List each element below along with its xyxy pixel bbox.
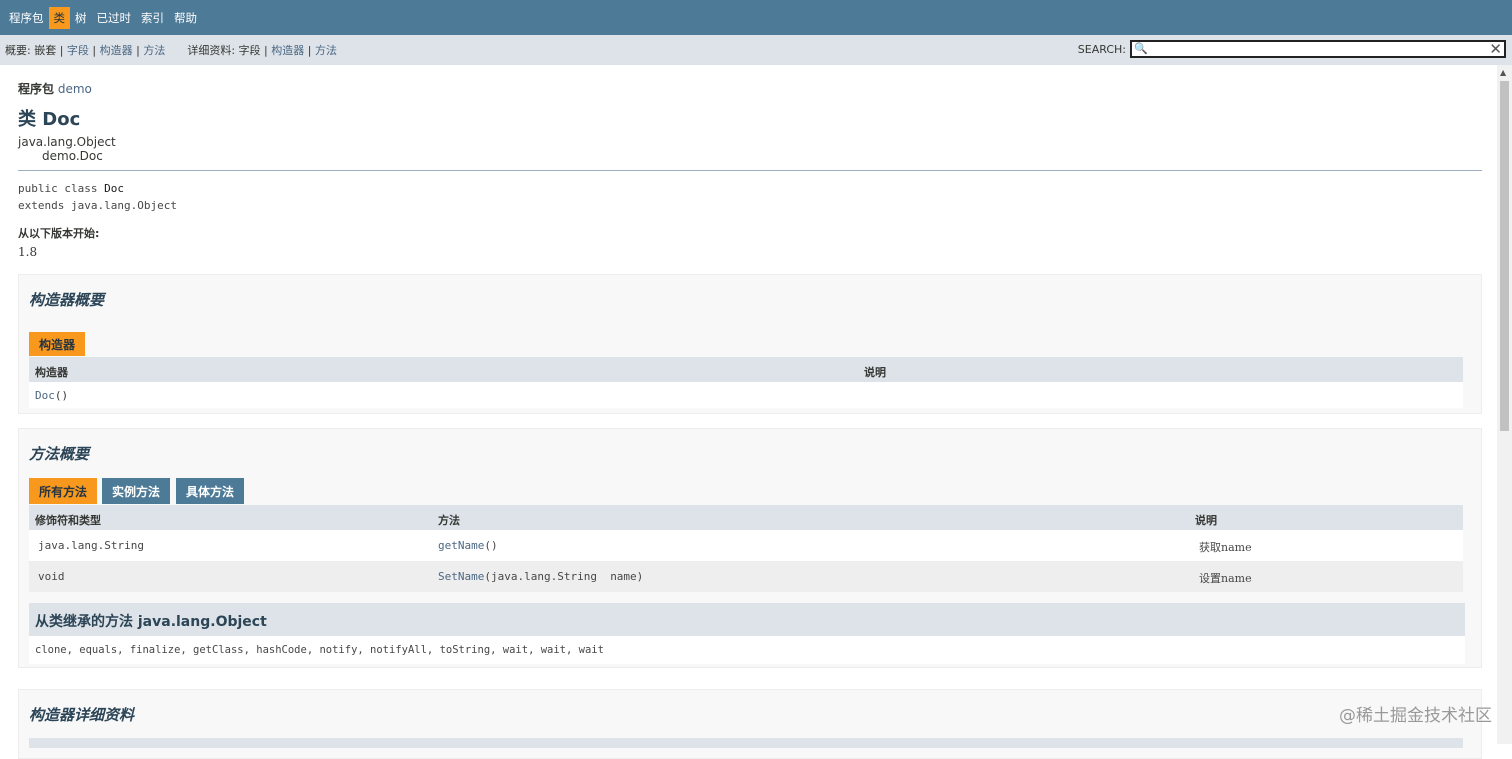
search-icon: 🔍 (1134, 42, 1148, 55)
sig-extends: extends java.lang.Object (18, 199, 177, 212)
nav-package[interactable]: 程序包 (4, 7, 49, 29)
col-description: 说明 (1195, 514, 1217, 527)
class-signature: public class Doc extends java.lang.Objec… (18, 180, 177, 214)
table-row: java.lang.String getName() 获取name (29, 530, 1463, 561)
col-modifier: 修饰符和类型 (35, 514, 101, 527)
nav-help[interactable]: 帮助 (169, 7, 202, 29)
top-nav: 程序包 类 树 已过时 索引 帮助 (0, 0, 1512, 35)
tab-all-methods[interactable]: 所有方法 (29, 478, 98, 504)
package-line: 程序包 demo (18, 80, 92, 97)
search-label: SEARCH: (1077, 42, 1126, 56)
clear-icon[interactable]: ✕ (1489, 40, 1502, 58)
watermark: @稀土掘金技术社区 (1339, 706, 1492, 726)
method-summary: 方法概要 所有方法 实例方法 具体方法 修饰符和类型 方法 说明 java.la… (18, 428, 1482, 668)
inherited-methods-heading: 从类继承的方法 java.lang.Object (29, 603, 1465, 636)
sig-prefix: public class (18, 182, 105, 195)
constructor-summary: 构造器概要 构造器 构造器 说明 Doc() (18, 274, 1482, 414)
search-area: SEARCH: 🔍 ✕ (1078, 40, 1506, 58)
constructor-summary-heading: 构造器概要 (29, 291, 105, 309)
col-description: 说明 (864, 366, 886, 379)
method-link[interactable]: SetName (438, 570, 484, 583)
since-label: 从以下版本开始: (18, 227, 100, 240)
scroll-up-icon[interactable]: ▲ (1500, 68, 1506, 77)
method-link[interactable]: getName (438, 539, 484, 552)
detail-field-link: 字段 (238, 44, 261, 57)
package-label: 程序包 (18, 82, 55, 96)
sig-class-name: Doc (104, 182, 124, 195)
method-description: 设置name (1199, 572, 1252, 585)
detail-constructor-link[interactable]: 构造器 (271, 44, 304, 57)
scrollbar[interactable]: ▲ (1497, 65, 1512, 744)
tab-constructors[interactable]: 构造器 (29, 332, 86, 356)
method-description: 获取name (1199, 541, 1252, 554)
nav-tree[interactable]: 树 (70, 7, 92, 29)
page-title: 类 Doc (18, 109, 81, 130)
nav-deprecated[interactable]: 已过时 (92, 7, 137, 29)
detail-method-link[interactable]: 方法 (315, 44, 337, 57)
detail-links: 详细资料: 字段 | 构造器 | 方法 (187, 44, 337, 57)
search-input[interactable]: 🔍 ✕ (1130, 40, 1506, 58)
constructor-link[interactable]: Doc (35, 389, 55, 402)
col-method: 方法 (438, 514, 460, 527)
summary-field-link[interactable]: 字段 (67, 44, 89, 57)
nav-class[interactable]: 类 (48, 6, 70, 29)
table-row: void SetName(java.lang.String name) 设置na… (29, 561, 1463, 592)
scrollbar-thumb[interactable] (1500, 81, 1509, 431)
since-value: 1.8 (18, 245, 38, 259)
summary-method-link[interactable]: 方法 (143, 44, 165, 57)
constructor-detail: 构造器详细资料 (18, 689, 1482, 759)
inheritance-tree: java.lang.Object demo.Doc (18, 135, 116, 163)
tab-concrete-methods[interactable]: 具体方法 (176, 478, 245, 504)
summary-nested-link: 嵌套 (34, 44, 57, 57)
detail-label: 详细资料: (187, 44, 236, 57)
tab-instance-methods[interactable]: 实例方法 (102, 478, 171, 504)
table-row: Doc() (29, 382, 1463, 408)
col-constructor: 构造器 (35, 366, 68, 379)
summary-label: 概要: (5, 44, 31, 57)
method-table-header: 修饰符和类型 方法 说明 (29, 505, 1463, 530)
summary-links: 概要: 嵌套 | 字段 | 构造器 | 方法 (5, 44, 166, 57)
method-params: (java.lang.String name) (484, 570, 644, 583)
nav-index[interactable]: 索引 (136, 7, 169, 29)
constructor-detail-header-bar (29, 738, 1463, 748)
package-link[interactable]: demo (58, 82, 92, 96)
method-summary-heading: 方法概要 (29, 445, 90, 463)
method-return-type: void (38, 570, 65, 583)
constructor-params: () (54, 389, 69, 402)
constructor-detail-heading: 构造器详细资料 (29, 706, 135, 724)
constructor-table-header: 构造器 说明 (29, 357, 1463, 382)
summary-constructor-link[interactable]: 构造器 (100, 44, 133, 57)
inherited-methods-list: clone, equals, finalize, getClass, hashC… (29, 636, 1465, 664)
sub-nav: 概要: 嵌套 | 字段 | 构造器 | 方法 详细资料: 字段 | 构造器 | … (0, 35, 1512, 65)
method-return-type: java.lang.String (38, 539, 144, 552)
inherit-parent: java.lang.Object (18, 135, 116, 149)
method-params: () (484, 539, 498, 552)
inherit-child: demo.Doc (42, 149, 103, 163)
divider (18, 170, 1482, 171)
